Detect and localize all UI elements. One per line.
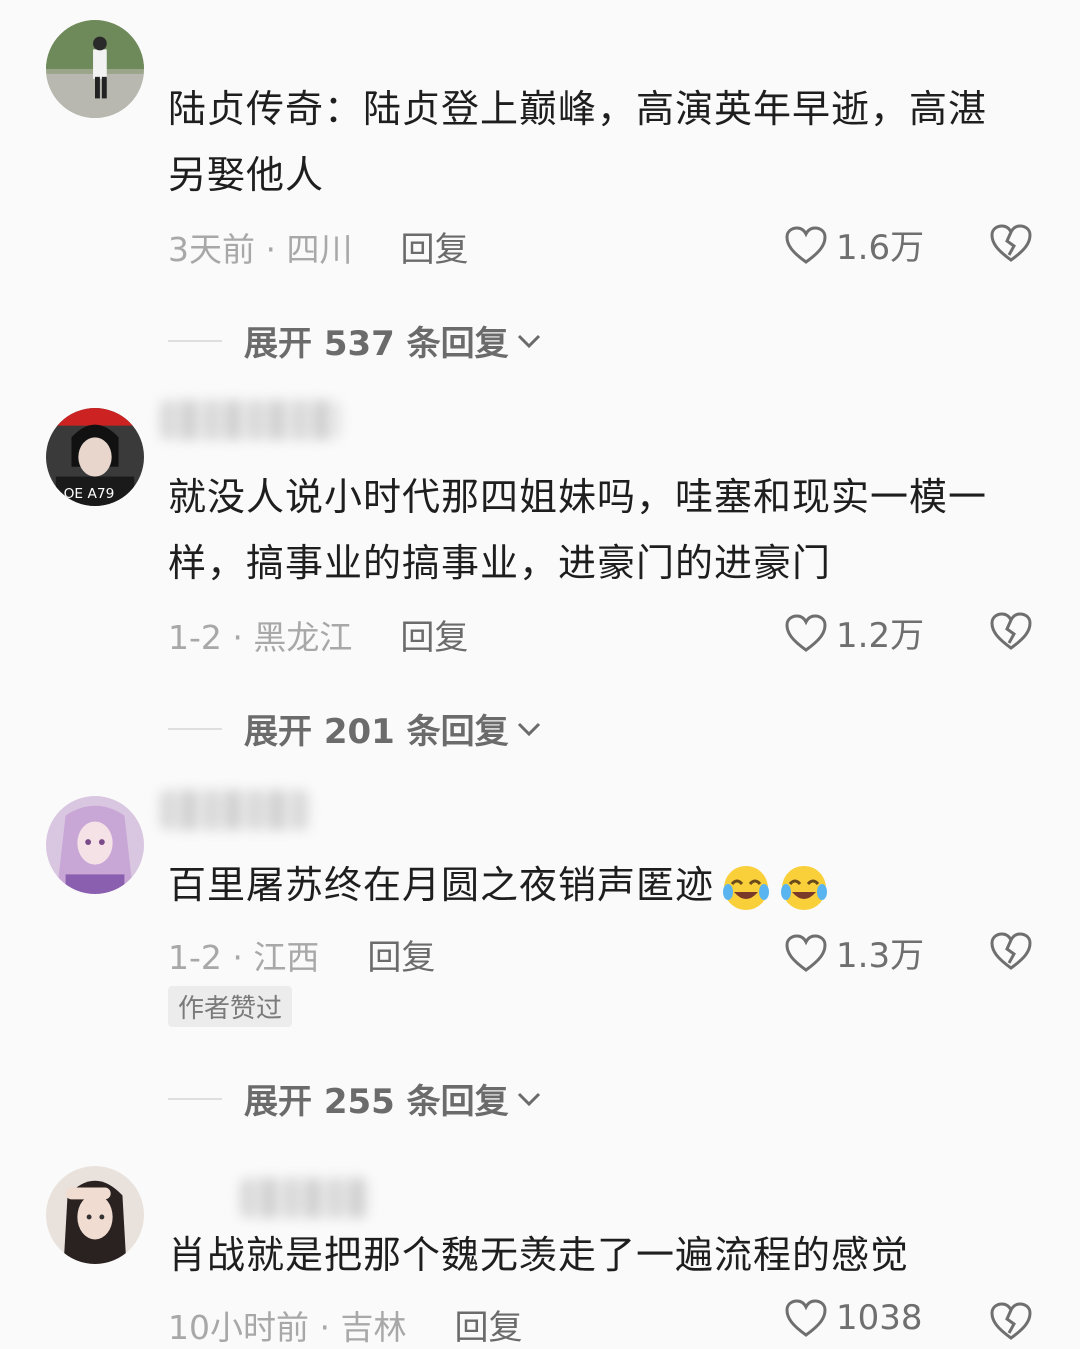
like-button[interactable]: 1.6万	[784, 220, 924, 269]
like-count: 1.6万	[836, 228, 925, 268]
heart-outline-icon	[785, 613, 827, 652]
crying-laughing-emoji	[723, 865, 770, 910]
username-blurred	[240, 1178, 370, 1218]
broken-heart-icon[interactable]	[989, 1300, 1033, 1342]
comment-text: 陆贞传奇：陆贞登上巅峰，高演英年早逝，高湛另娶他人	[168, 87, 988, 197]
avatar[interactable]	[46, 20, 144, 118]
expand-replies-label: 展开 255 条回复	[244, 1082, 509, 1122]
comment-text: 百里屠苏终在月圆之夜销声匿迹	[168, 852, 1018, 918]
heart-outline-icon	[785, 225, 827, 264]
avatar[interactable]	[46, 1166, 144, 1264]
chevron-down-icon	[517, 334, 540, 348]
like-count: 1038	[836, 1298, 923, 1338]
like-button[interactable]: 1.3万	[784, 928, 924, 977]
expand-replies-button[interactable]: 展开 201 条回复	[168, 704, 543, 753]
comment-meta: 1-2 · 江西 回复	[168, 930, 435, 979]
chevron-down-icon	[517, 1092, 540, 1106]
reply-button[interactable]: 回复	[400, 222, 468, 271]
divider	[168, 339, 222, 342]
divider	[168, 1097, 222, 1100]
comment-text: 肖战就是把那个魏无羡走了一遍流程的感觉	[168, 1233, 910, 1277]
like-button[interactable]: 1038	[784, 1298, 923, 1338]
expand-replies-label: 展开 537 条回复	[244, 324, 509, 364]
broken-heart-icon[interactable]	[989, 222, 1033, 264]
divider	[168, 727, 222, 730]
reply-button[interactable]: 回复	[454, 1300, 522, 1349]
comment-meta: 3天前 · 四川 回复	[168, 222, 468, 271]
comment-meta: 10小时前 · 吉林 回复	[168, 1300, 522, 1349]
comment-time-location: 3天前 · 四川	[168, 229, 353, 269]
heart-outline-icon	[785, 933, 827, 972]
crying-laughing-emoji	[781, 865, 828, 910]
heart-outline-icon	[785, 1299, 827, 1337]
username-blurred	[160, 400, 340, 440]
expand-replies-button[interactable]: 展开 537 条回复	[168, 316, 543, 365]
comment-time-location: 1-2 · 江西	[168, 937, 320, 977]
comment-meta: 1-2 · 黑龙江 回复	[168, 610, 468, 659]
username-blurred	[160, 790, 310, 830]
chevron-down-icon	[517, 722, 540, 736]
like-count: 1.2万	[836, 616, 925, 656]
comment-time-location: 1-2 · 黑龙江	[168, 617, 353, 657]
avatar[interactable]	[46, 796, 144, 894]
comment-text-content: 百里屠苏终在月圆之夜销声匿迹	[168, 863, 715, 907]
author-liked-badge: 作者赞过	[168, 986, 293, 1027]
like-count: 1.3万	[836, 936, 925, 976]
expand-replies-button[interactable]: 展开 255 条回复	[168, 1074, 543, 1123]
broken-heart-icon[interactable]	[989, 930, 1033, 972]
svg-text:OE A79: OE A79	[64, 486, 115, 502]
reply-button[interactable]: 回复	[367, 930, 435, 979]
reply-button[interactable]: 回复	[400, 610, 468, 659]
like-button[interactable]: 1.2万	[784, 608, 924, 657]
comment-text: 就没人说小时代那四姐妹吗，哇塞和现实一模一样，搞事业的搞事业，进豪门的进豪门	[168, 475, 988, 585]
avatar[interactable]: OE A79	[46, 408, 144, 506]
expand-replies-label: 展开 201 条回复	[244, 712, 509, 752]
comment-time-location: 10小时前 · 吉林	[168, 1307, 407, 1347]
broken-heart-icon[interactable]	[989, 610, 1033, 652]
